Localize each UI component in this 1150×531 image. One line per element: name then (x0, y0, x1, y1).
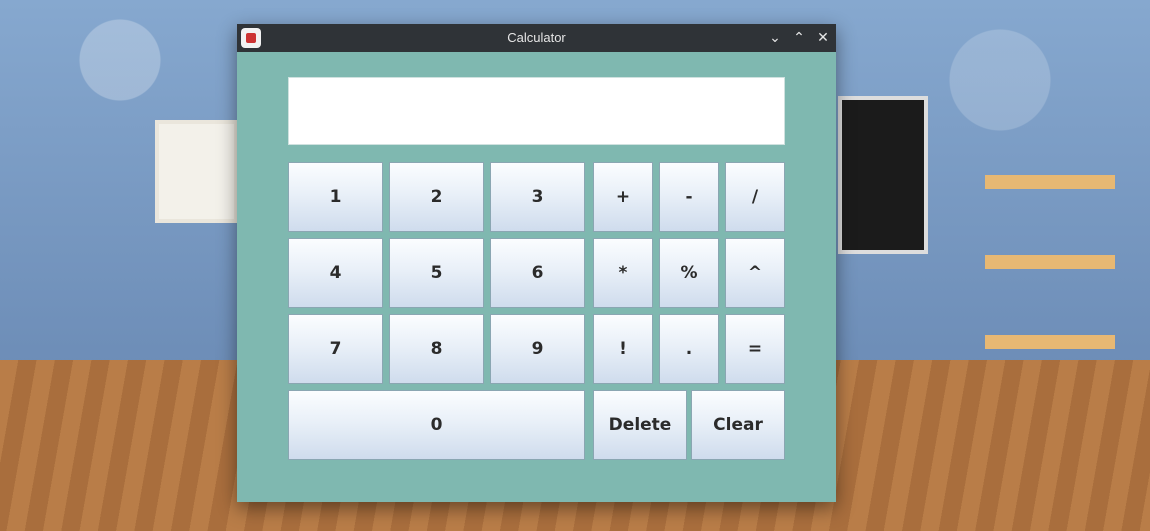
digit-7-button[interactable]: 7 (288, 314, 383, 384)
decimal-point-button[interactable]: . (659, 314, 719, 384)
minus-button[interactable]: - (659, 162, 719, 232)
calculator-display[interactable] (288, 77, 785, 145)
minimize-icon[interactable]: ⌄ (764, 24, 786, 52)
clear-button[interactable]: Clear (691, 390, 785, 460)
digit-9-button[interactable]: 9 (490, 314, 585, 384)
digit-6-button[interactable]: 6 (490, 238, 585, 308)
wallpaper-poster-right (838, 96, 928, 254)
digit-3-button[interactable]: 3 (490, 162, 585, 232)
divide-button[interactable]: / (725, 162, 785, 232)
equals-button[interactable]: = (725, 314, 785, 384)
window-title: Calculator (507, 30, 566, 45)
close-icon[interactable]: ✕ (812, 24, 834, 52)
power-button[interactable]: ^ (725, 238, 785, 308)
plus-button[interactable]: + (593, 162, 653, 232)
digit-4-button[interactable]: 4 (288, 238, 383, 308)
delete-button[interactable]: Delete (593, 390, 687, 460)
multiply-button[interactable]: * (593, 238, 653, 308)
factorial-button[interactable]: ! (593, 314, 653, 384)
window-titlebar[interactable]: Calculator ⌄ ⌃ ✕ (237, 24, 836, 52)
wallpaper-poster-left (155, 120, 238, 223)
wallpaper-shelf (985, 255, 1115, 269)
digit-2-button[interactable]: 2 (389, 162, 484, 232)
percent-button[interactable]: % (659, 238, 719, 308)
calculator-window: Calculator ⌄ ⌃ ✕ 1 2 3 + - / 4 5 6 * % ^… (237, 24, 836, 502)
maximize-icon[interactable]: ⌃ (788, 24, 810, 52)
digit-1-button[interactable]: 1 (288, 162, 383, 232)
digit-5-button[interactable]: 5 (389, 238, 484, 308)
wallpaper-shelf (985, 335, 1115, 349)
wallpaper-shelf (985, 175, 1115, 189)
digit-0-button[interactable]: 0 (288, 390, 585, 460)
digit-8-button[interactable]: 8 (389, 314, 484, 384)
